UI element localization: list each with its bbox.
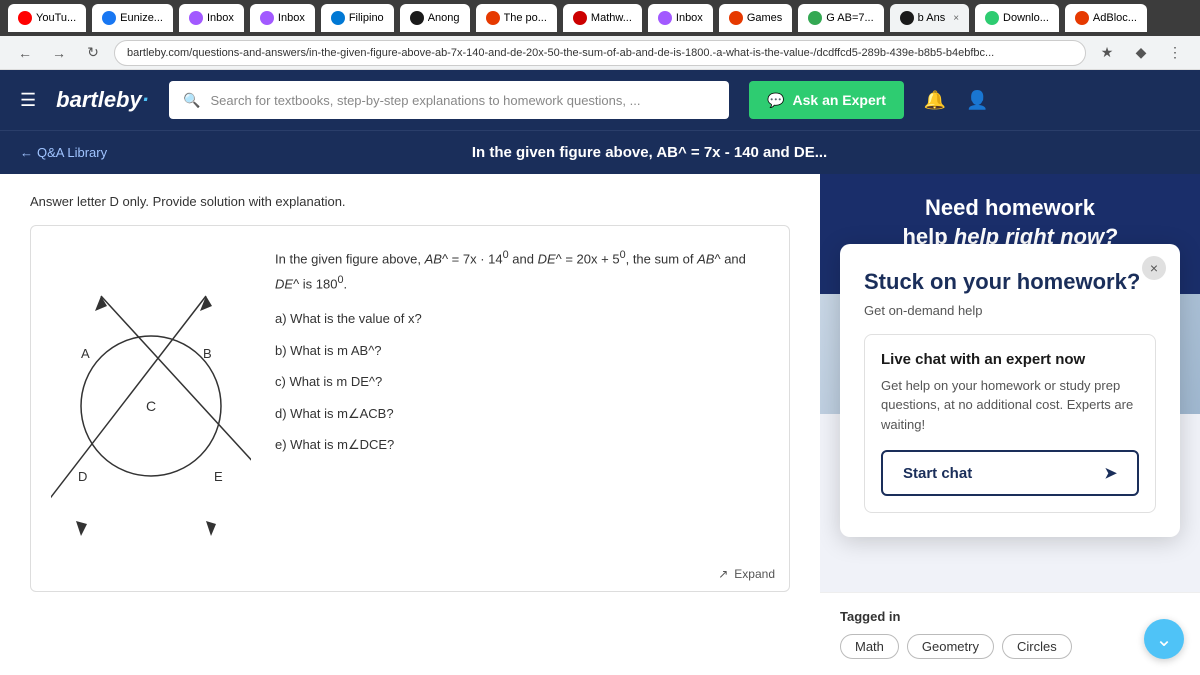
expand-icon: ↗ <box>718 567 728 581</box>
popup-inner-card: Live chat with an expert now Get help on… <box>864 334 1156 514</box>
tag-math[interactable]: Math <box>840 634 899 659</box>
tab-inbox3[interactable]: Inbox <box>648 4 713 32</box>
menu-button[interactable]: ⋮ <box>1162 40 1188 66</box>
start-chat-button[interactable]: Start chat ➤ <box>881 450 1139 496</box>
browser-chrome: YouTu... Eunize... Inbox Inbox Filipino … <box>0 0 1200 36</box>
popup-subtitle: Get on-demand help <box>864 303 1156 318</box>
diagram-container: C A B D E <box>51 246 251 571</box>
chat-icon: 💬 <box>767 92 784 109</box>
tab-mathw[interactable]: Mathw... <box>563 4 642 32</box>
main-content: Answer letter D only. Provide solution w… <box>0 174 1200 675</box>
extensions-button[interactable]: ◆ <box>1128 40 1154 66</box>
inbox2-favicon <box>260 11 274 25</box>
games-favicon <box>729 11 743 25</box>
ask-expert-button[interactable]: 💬 Ask an Expert <box>749 81 904 119</box>
close-tab-icon[interactable]: × <box>953 13 959 24</box>
popup-title: Stuck on your homework? <box>864 268 1156 297</box>
question-part-c: c) What is m DE^? <box>275 370 769 393</box>
inbox1-favicon <box>189 11 203 25</box>
filipino-favicon <box>331 11 345 25</box>
mathw-favicon <box>573 11 587 25</box>
chevron-down-icon: ⌄ <box>1156 627 1173 652</box>
scroll-down-button[interactable]: ⌄ <box>1144 619 1184 659</box>
svg-text:D: D <box>78 469 87 484</box>
address-bar[interactable]: bartleby.com/questions-and-answers/in-th… <box>114 40 1086 66</box>
popup-close-button[interactable]: × <box>1142 256 1166 280</box>
search-icon: 🔍 <box>183 92 200 109</box>
question-part-a: a) What is the value of x? <box>275 307 769 330</box>
inbox3-favicon <box>658 11 672 25</box>
ab7-favicon <box>808 11 822 25</box>
question-box: C A B D E <box>30 225 790 592</box>
browser-controls: ← → ↻ bartleby.com/questions-and-answers… <box>0 36 1200 70</box>
svg-text:C: C <box>146 398 156 414</box>
back-arrow-icon: ← <box>20 145 33 160</box>
adbloc-favicon <box>1075 11 1089 25</box>
tab-adbloc[interactable]: AdBloc... <box>1065 4 1147 32</box>
svg-text:A: A <box>81 346 90 361</box>
tab-bans[interactable]: b Ans × <box>890 4 969 32</box>
sub-header: ← Q&A Library In the given figure above,… <box>0 130 1200 174</box>
back-button[interactable]: ← <box>12 40 38 66</box>
tagged-in-section: Tagged in Math Geometry Circles <box>820 592 1200 675</box>
reload-button[interactable]: ↻ <box>80 40 106 66</box>
site-header: ☰ bartleby· 🔍 Search for textbooks, step… <box>0 70 1200 130</box>
svg-text:E: E <box>214 469 223 484</box>
notification-bell-icon[interactable]: 🔔 <box>924 90 946 111</box>
tab-anong[interactable]: Anong <box>400 4 470 32</box>
tab-ab7[interactable]: G AB=7... <box>798 4 883 32</box>
question-text-area: In the given figure above, AB^ = 7x · 14… <box>275 246 769 571</box>
search-bar[interactable]: 🔍 Search for textbooks, step-by-step exp… <box>169 81 729 119</box>
geometry-diagram: C A B D E <box>51 246 251 566</box>
tab-games[interactable]: Games <box>719 4 792 32</box>
anong-favicon <box>410 11 424 25</box>
facebook-favicon <box>102 11 116 25</box>
question-part-e: e) What is m∠DCE? <box>275 433 769 456</box>
user-avatar-icon[interactable]: 👤 <box>966 90 988 111</box>
tab-downlc[interactable]: Downlo... <box>975 4 1059 32</box>
tab-thepo[interactable]: The po... <box>476 4 557 32</box>
tags-row: Math Geometry Circles <box>840 634 1180 659</box>
bookmark-button[interactable]: ★ <box>1094 40 1120 66</box>
question-instruction: Answer letter D only. Provide solution w… <box>30 194 790 209</box>
back-link[interactable]: ← Q&A Library <box>20 145 107 160</box>
tag-circles[interactable]: Circles <box>1002 634 1072 659</box>
expand-button[interactable]: ↗ Expand <box>718 567 775 581</box>
hamburger-icon[interactable]: ☰ <box>20 90 36 111</box>
forward-button[interactable]: → <box>46 40 72 66</box>
arrow-right-icon: ➤ <box>1104 464 1117 482</box>
tab-inbox1[interactable]: Inbox <box>179 4 244 32</box>
question-part-d: d) What is m∠ACB? <box>275 402 769 425</box>
site-logo[interactable]: bartleby· <box>56 87 149 113</box>
tagged-in-label: Tagged in <box>840 609 1180 624</box>
bans-favicon <box>900 11 914 25</box>
popup-inner-desc: Get help on your homework or study prep … <box>881 376 1139 435</box>
page-title: In the given figure above, AB^ = 7x - 14… <box>119 144 1180 161</box>
downlc-favicon <box>985 11 999 25</box>
youtube-favicon <box>18 11 32 25</box>
thepo-favicon <box>486 11 500 25</box>
popup-card: × Stuck on your homework? Get on-demand … <box>840 244 1180 537</box>
tab-filipino[interactable]: Filipino <box>321 4 394 32</box>
tab-inbox2[interactable]: Inbox <box>250 4 315 32</box>
tab-youtube[interactable]: YouTu... <box>8 4 86 32</box>
question-main-text: In the given figure above, AB^ = 7x · 14… <box>275 246 769 295</box>
question-part-b: b) What is m AB^? <box>275 339 769 362</box>
left-panel: Answer letter D only. Provide solution w… <box>0 174 820 675</box>
tab-eunizei[interactable]: Eunize... <box>92 4 173 32</box>
right-panel: Need homework help help right now? Try L… <box>820 174 1200 675</box>
popup-inner-title: Live chat with an expert now <box>881 351 1139 368</box>
svg-text:B: B <box>203 346 212 361</box>
tag-geometry[interactable]: Geometry <box>907 634 994 659</box>
